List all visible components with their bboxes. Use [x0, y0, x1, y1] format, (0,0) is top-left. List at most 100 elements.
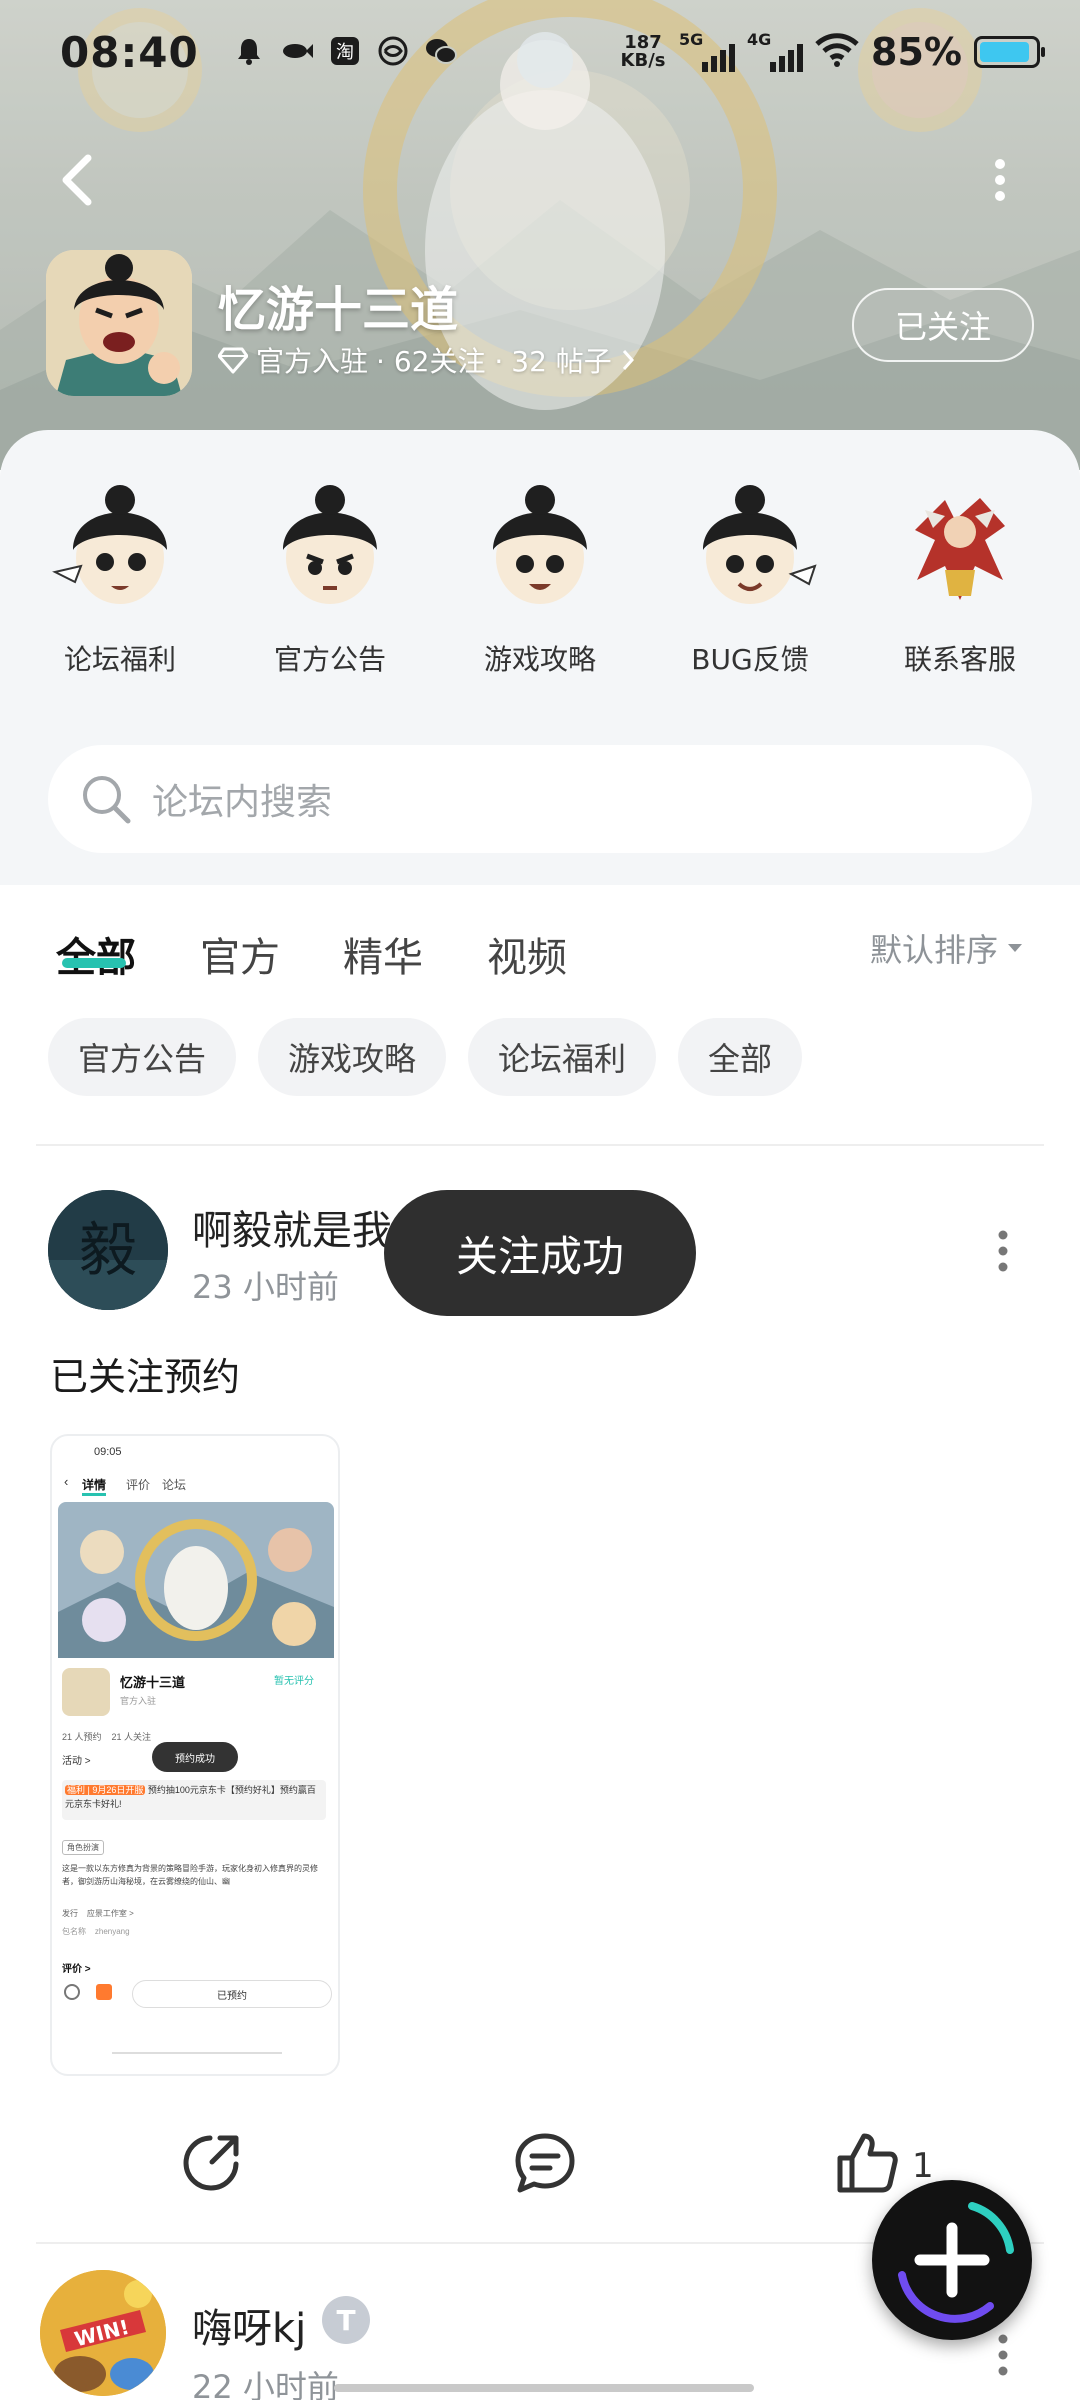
caret-down-icon [1008, 944, 1023, 952]
mini-stats: 21 人预约 21 人关注 [62, 1732, 152, 1742]
mini-reserved-button: 已预约 [132, 1980, 332, 2008]
mascot-icon [52, 485, 167, 604]
search-icon [83, 776, 131, 824]
notification-icons: 淘 [232, 34, 458, 68]
more-options-button[interactable] [980, 150, 1020, 210]
forum-meta[interactable]: 官方入驻 · 62关注 · 32 帖子 [218, 340, 636, 380]
divider [36, 1144, 1044, 1146]
signal-5g-icon: 5G [679, 30, 736, 72]
fish-icon [280, 34, 314, 68]
wifi-icon [815, 32, 859, 72]
svg-text:毅: 毅 [79, 1216, 137, 1284]
mascot-icon [493, 485, 587, 604]
mini-tab-forum: 论坛 [162, 1478, 187, 1492]
post-author[interactable]: 啊毅就是我 [192, 1198, 392, 1256]
svg-text:淘: 淘 [336, 42, 354, 63]
mini-nav-bar [112, 2052, 282, 2062]
tab-featured[interactable]: 精华 [343, 925, 423, 983]
status-time: 08:40 [60, 28, 199, 77]
mini-tab-review: 评价 [126, 1478, 151, 1492]
forum-quick-panel: 论坛福利 官方公告 游戏攻略 BUG反馈 联系客服 论坛内搜索 [0, 430, 1080, 885]
forum-app-icon [46, 250, 192, 396]
battery-percent: 85% [871, 30, 962, 74]
mini-description: 这是一款以东方修真为背景的策略冒险手游，玩家化身初入修真界的灵修者，御剑游历山海… [62, 1864, 318, 1886]
shortcut-row: 论坛福利 官方公告 游戏攻略 BUG反馈 联系客服 [0, 470, 1080, 678]
battery-icon [974, 36, 1045, 68]
wechat-icon [424, 34, 458, 68]
forum-page: 08:40 淘 187 KB/s 5G 4G 85% 忆游十三道 官方入驻 · … [0, 0, 1080, 2400]
diamond-icon [218, 347, 248, 374]
shortcut-game-guide[interactable]: 游戏攻略 [435, 470, 645, 678]
post-content[interactable]: 已关注预约 [50, 1346, 240, 1401]
more-vertical-icon [995, 159, 1005, 201]
mini-game-name: 忆游十三道 [120, 1675, 186, 1690]
post-more-button[interactable] [988, 1226, 1018, 1276]
mascot-icon [915, 498, 1005, 600]
tab-video[interactable]: 视频 [487, 925, 567, 983]
mini-forum-icon [64, 1984, 80, 2000]
mini-no-rating: 暂无评分 [274, 1676, 314, 1687]
post-image[interactable]: 09:05 ‹ 详情 评价 论坛 忆游十三道 暂无评分 官方入驻 21 人预约 … [50, 1434, 340, 2076]
shortcut-forum-welfare[interactable]: 论坛福利 [15, 470, 225, 678]
create-post-button[interactable] [872, 2180, 1032, 2340]
mobile-icon [376, 34, 410, 68]
network-speed: 187 KB/s [620, 32, 666, 71]
chip-official-notice[interactable]: 官方公告 [48, 1018, 237, 1096]
mini-review: 评价 > [62, 1964, 91, 1975]
toast-message: 关注成功 [384, 1190, 696, 1316]
status-bar: 08:40 淘 187 KB/s 5G 4G 85% [0, 0, 1080, 110]
mini-game-icon [62, 1668, 110, 1716]
chip-all[interactable]: 全部 [678, 1018, 803, 1096]
forum-title: 忆游十三道 [218, 282, 459, 338]
tab-official[interactable]: 官方 [200, 925, 280, 983]
chevron-left-icon [62, 154, 92, 206]
bell-icon [232, 34, 266, 68]
chip-forum-welfare[interactable]: 论坛福利 [468, 1018, 657, 1096]
forum-search-input[interactable]: 论坛内搜索 [48, 745, 1032, 853]
sort-dropdown[interactable]: 默认排序 [870, 925, 1024, 971]
followed-button[interactable]: 已关注 [852, 288, 1034, 362]
mini-gift-icon [96, 1984, 112, 2000]
post-author[interactable]: 嗨呀kj [192, 2296, 306, 2354]
home-indicator[interactable] [334, 2384, 754, 2392]
share-icon [183, 2135, 239, 2191]
mini-package: 包名称 zhenyang [62, 1927, 130, 1936]
shortcut-official-notice[interactable]: 官方公告 [225, 470, 435, 678]
user-level-badge: T [322, 2296, 370, 2344]
sort-label: 默认排序 [870, 931, 999, 969]
mini-status-time: 09:05 [94, 1446, 122, 1458]
status-indicators: 187 KB/s 5G 4G 85% [619, 30, 1045, 74]
mini-promo: 福利 | 9月26日开服 预约抽100元京东卡【预约好礼】预约赢百元京东卡好礼! [62, 1780, 326, 1820]
forum-header-banner: 08:40 淘 187 KB/s 5G 4G 85% 忆游十三道 官方入驻 · … [0, 0, 1080, 470]
mini-banner-image [58, 1502, 334, 1658]
avatar[interactable]: WIN! [40, 2270, 166, 2396]
share-button[interactable] [176, 2128, 246, 2198]
mascot-icon [283, 485, 377, 604]
back-button[interactable] [50, 150, 110, 210]
comment-button[interactable] [510, 2128, 580, 2198]
taobao-icon: 淘 [328, 34, 362, 68]
post-time: 22 小时前 [192, 2368, 339, 2400]
post-time: 23 小时前 [192, 1268, 339, 1306]
mini-toast: 预约成功 [152, 1742, 238, 1772]
shortcut-bug-report[interactable]: BUG反馈 [645, 470, 855, 678]
mini-back-icon: ‹ [64, 1474, 69, 1489]
comment-icon [515, 2133, 575, 2193]
chevron-right-icon [622, 350, 634, 370]
chip-game-guide[interactable]: 游戏攻略 [258, 1018, 447, 1096]
plus-icon [898, 2202, 1014, 2323]
post-tabs: 全部 官方 精华 视频 默认排序 [0, 885, 1080, 1005]
mini-official: 官方入驻 [120, 1696, 157, 1706]
mini-publisher: 发行 应景工作室 > [62, 1909, 134, 1918]
signal-4g-icon: 4G [747, 30, 804, 72]
search-placeholder: 论坛内搜索 [152, 782, 333, 823]
category-chips: 官方公告 游戏攻略 论坛福利 全部 [48, 1018, 803, 1096]
tab-all[interactable]: 全部 [56, 925, 136, 983]
mini-tag: 角色扮演 [62, 1840, 104, 1855]
mascot-icon [703, 485, 817, 604]
official-label: 官方入驻 [256, 345, 369, 378]
active-tab-indicator [62, 958, 126, 968]
shortcut-contact-support[interactable]: 联系客服 [855, 470, 1065, 678]
avatar[interactable]: 毅 [48, 1190, 168, 1310]
follow-count: · 62关注 · [376, 345, 504, 378]
